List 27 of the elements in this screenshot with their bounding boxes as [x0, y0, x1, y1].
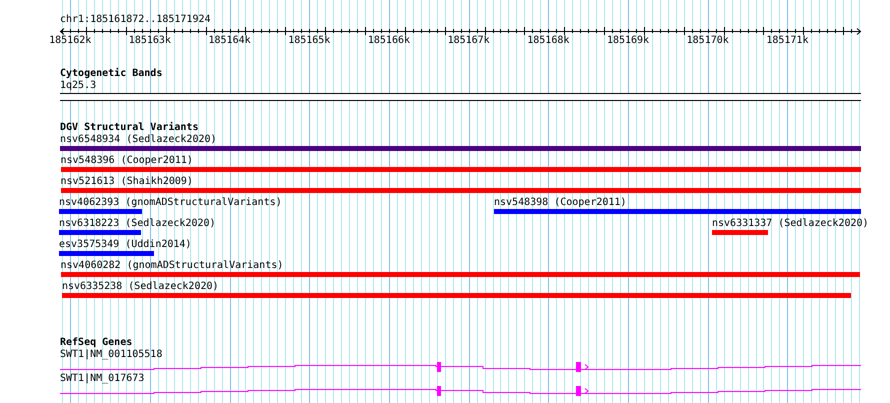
ruler-label: 185164k — [208, 35, 251, 47]
variant-label: nsv6331337 (Sedlazeck2020) — [712, 218, 869, 230]
variant-label: nsv548398 (Cooper2011) — [494, 197, 626, 209]
band-label: 1q25.3 — [60, 80, 96, 92]
ruler-label: 185163k — [128, 35, 171, 47]
variant-label: nsv4060282 (gnomADStructuralVariants) — [60, 260, 284, 272]
variant-label: nsv6318223 (Sedlazeck2020) — [59, 218, 216, 230]
ruler-label: 185166k — [368, 35, 410, 47]
ruler-label: 185169k — [606, 35, 650, 47]
ruler-label: 185168k — [527, 35, 570, 47]
gene-label: SWT1|NM_017673 — [60, 373, 144, 385]
ruler-label: 185171k — [766, 35, 808, 47]
ruler-label: 185162k — [49, 35, 92, 47]
track-title: DGV Structural Variants — [60, 122, 198, 134]
ruler-label: 185167k — [448, 35, 490, 47]
variant-label: nsv4062393 (gnomADStructuralVariants) — [59, 197, 282, 209]
ruler-label: 185165k — [288, 35, 330, 47]
location-label: chr1:185161872..185171924 — [60, 14, 211, 26]
track-title: Cytogenetic Bands — [60, 68, 162, 80]
ruler-label: 185170k — [686, 35, 729, 47]
variant-label: nsv521613 (Shaikh2009) — [60, 176, 193, 188]
variant-label: nsv548396 (Cooper2011) — [60, 155, 193, 167]
variant-label: nsv6335238 (Sedlazeck2020) — [62, 281, 219, 293]
gene-label: SWT1|NM_001105518 — [60, 349, 162, 361]
variant-label: nsv6548934 (Sedlazeck2020) — [60, 134, 217, 146]
track-title: RefSeq Genes — [60, 337, 132, 349]
variant-label: esv3575349 (Uddin2014) — [59, 239, 192, 251]
